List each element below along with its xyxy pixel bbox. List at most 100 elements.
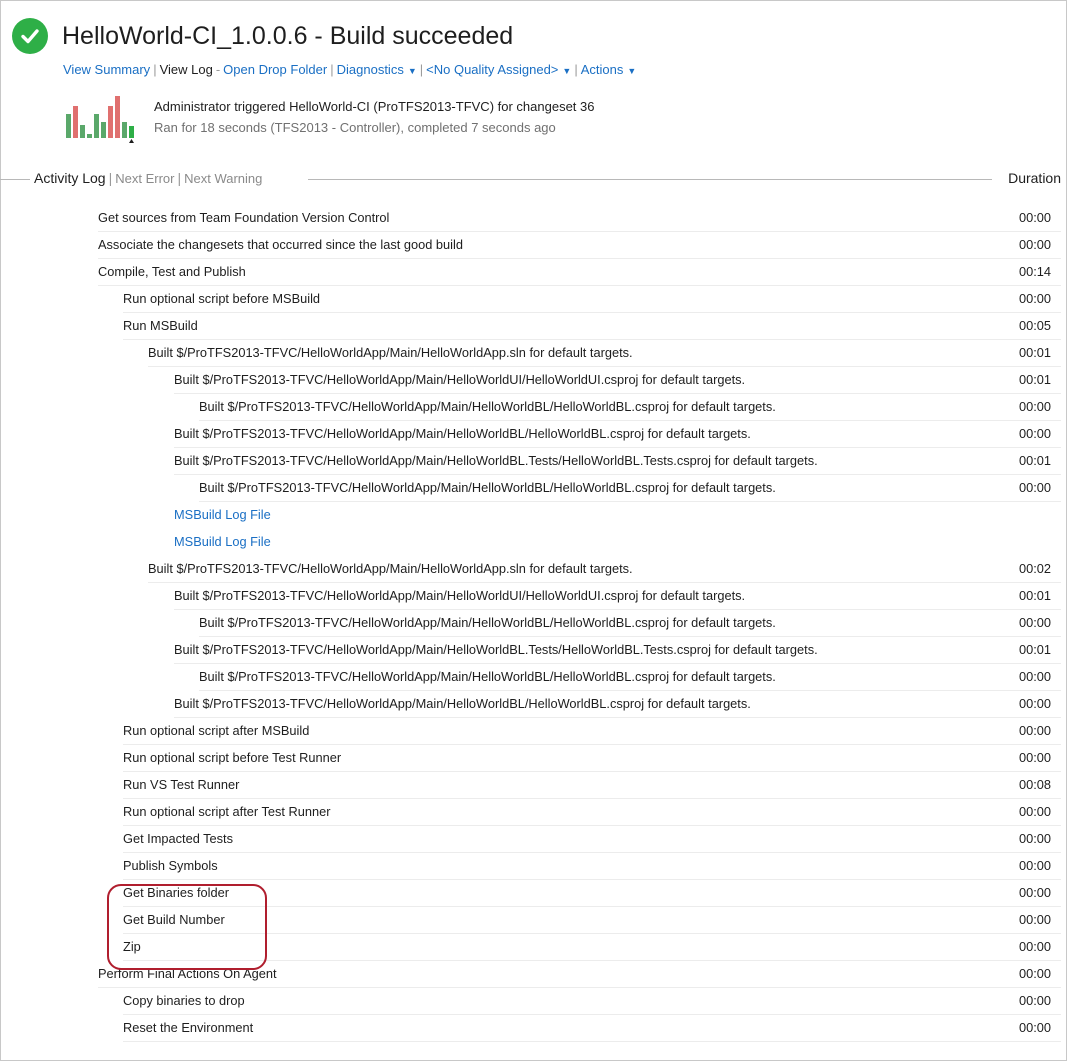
view-summary-link[interactable]: View Summary (63, 62, 150, 77)
activity-row: Built $/ProTFS2013-TFVC/HelloWorldApp/Ma… (0, 664, 1067, 691)
activity-label: Built $/ProTFS2013-TFVC/HelloWorldApp/Ma… (174, 453, 818, 468)
activity-duration: 00:14 (1018, 264, 1051, 279)
separator: | (177, 170, 182, 186)
msbuild-log-file-link[interactable]: MSBuild Log File (174, 534, 271, 549)
activity-row: Built $/ProTFS2013-TFVC/HelloWorldApp/Ma… (0, 394, 1067, 421)
diagnostics-label: Diagnostics (336, 62, 404, 77)
build-summary: Administrator triggered HelloWorld-CI (P… (154, 96, 594, 138)
activity-duration: 00:00 (1018, 669, 1051, 684)
activity-duration: 00:01 (1018, 642, 1051, 657)
activity-label: Built $/ProTFS2013-TFVC/HelloWorldApp/Ma… (174, 372, 746, 387)
activity-row: Copy binaries to drop 00:00 (0, 988, 1067, 1015)
run-info: Ran for 18 seconds (TFS2013 - Controller… (154, 120, 556, 135)
activity-duration: 00:00 (1018, 1020, 1051, 1035)
chevron-down-icon: ▼ (407, 66, 417, 76)
activity-row: Built $/ProTFS2013-TFVC/HelloWorldApp/Ma… (0, 367, 1067, 394)
activity-row: Built $/ProTFS2013-TFVC/HelloWorldApp/Ma… (0, 340, 1067, 367)
activity-row: Reset the Environment 00:00 (0, 1015, 1067, 1042)
activity-row: Built $/ProTFS2013-TFVC/HelloWorldApp/Ma… (0, 610, 1067, 637)
activity-label: Compile, Test and Publish (98, 264, 246, 279)
activity-duration: 00:00 (1018, 750, 1051, 765)
activity-duration: 00:00 (1018, 939, 1051, 954)
activity-label: Copy binaries to drop (123, 993, 245, 1008)
separator: | (108, 170, 113, 186)
activity-row: Built $/ProTFS2013-TFVC/HelloWorldApp/Ma… (0, 556, 1067, 583)
activity-duration: 00:00 (1018, 804, 1051, 819)
actions-label: Actions (580, 62, 624, 77)
separator: - (215, 62, 221, 77)
activity-label: Built $/ProTFS2013-TFVC/HelloWorldApp/Ma… (199, 615, 776, 630)
activity-row: Run optional script after MSBuild 00:00 (0, 718, 1067, 745)
activity-label: Run optional script before MSBuild (123, 291, 321, 306)
diagnostics-menu[interactable]: Diagnostics ▼ (337, 62, 417, 77)
activity-row: Run optional script before Test Runner 00… (0, 745, 1067, 772)
activity-label: Built $/ProTFS2013-TFVC/HelloWorldApp/Ma… (148, 345, 633, 360)
activity-label: Publish Symbols (123, 858, 218, 873)
activity-row: Compile, Test and Publish 00:14 (0, 259, 1067, 286)
activity-duration: 00:01 (1018, 345, 1051, 360)
activity-row: Built $/ProTFS2013-TFVC/HelloWorldApp/Ma… (0, 421, 1067, 448)
activity-label: Reset the Environment (123, 1020, 254, 1035)
activity-label: Built $/ProTFS2013-TFVC/HelloWorldApp/Ma… (199, 480, 776, 495)
activity-label: Get Impacted Tests (123, 831, 234, 846)
activity-row: Built $/ProTFS2013-TFVC/HelloWorldApp/Ma… (0, 583, 1067, 610)
activity-row: Run optional script before MSBuild 00:00 (0, 286, 1067, 313)
activity-duration: 00:00 (1018, 615, 1051, 630)
activity-duration: 00:08 (1018, 777, 1051, 792)
activity-label: Built $/ProTFS2013-TFVC/HelloWorldApp/Ma… (174, 642, 818, 657)
activity-row: Run optional script after Test Runner 00:… (0, 799, 1067, 826)
actions-menu[interactable]: Actions ▼ (581, 62, 637, 77)
view-log-label[interactable]: View Log (160, 62, 213, 77)
activity-log-header: Activity Log | Next Error | Next Warning… (0, 168, 1067, 192)
chevron-down-icon: ▼ (562, 66, 572, 76)
activity-duration: 00:00 (1018, 210, 1051, 225)
activity-duration: 00:00 (1018, 426, 1051, 441)
activity-label: Run optional script after MSBuild (123, 723, 310, 738)
build-title-row: HelloWorld-CI_1.0.0.6 - Build succeeded (12, 18, 513, 54)
activity-label: Built $/ProTFS2013-TFVC/HelloWorldApp/Ma… (199, 669, 776, 684)
activity-label: Built $/ProTFS2013-TFVC/HelloWorldApp/Ma… (174, 426, 751, 441)
separator: | (330, 62, 334, 77)
quality-menu[interactable]: <No Quality Assigned> ▼ (426, 62, 571, 77)
activity-label: Built $/ProTFS2013-TFVC/HelloWorldApp/Ma… (148, 561, 633, 576)
activity-label: Run optional script before Test Runner (123, 750, 342, 765)
activity-row: Get Impacted Tests 00:00 (0, 826, 1067, 853)
activity-label: Built $/ProTFS2013-TFVC/HelloWorldApp/Ma… (174, 696, 751, 711)
activity-label: Run MSBuild (123, 318, 198, 333)
activity-duration: 00:00 (1018, 723, 1051, 738)
msbuild-log-file-row[interactable]: MSBuild Log File (0, 502, 1067, 529)
activity-duration: 00:01 (1018, 372, 1051, 387)
activity-log-title: Activity Log (34, 170, 106, 186)
activity-row: Built $/ProTFS2013-TFVC/HelloWorldApp/Ma… (0, 475, 1067, 502)
divider (308, 179, 992, 180)
activity-row: Publish Symbols 00:00 (0, 853, 1067, 880)
activity-duration: 00:00 (1018, 399, 1051, 414)
activity-duration: 00:00 (1018, 993, 1051, 1008)
activity-row: Run MSBuild 00:05 (0, 313, 1067, 340)
separator: | (574, 62, 578, 77)
activity-duration: 00:00 (1018, 291, 1051, 306)
activity-duration: 00:05 (1018, 318, 1051, 333)
activity-row: Built $/ProTFS2013-TFVC/HelloWorldApp/Ma… (0, 448, 1067, 475)
activity-duration: 00:00 (1018, 858, 1051, 873)
activity-label: Run optional script after Test Runner (123, 804, 331, 819)
next-warning-link[interactable]: Next Warning (184, 171, 262, 186)
activity-row: Run VS Test Runner 00:08 (0, 772, 1067, 799)
activity-label: Built $/ProTFS2013-TFVC/HelloWorldApp/Ma… (199, 399, 776, 414)
chevron-down-icon: ▼ (627, 66, 637, 76)
activity-duration: 00:02 (1018, 561, 1051, 576)
activity-duration: 00:01 (1018, 453, 1051, 468)
activity-label: Associate the changesets that occurred s… (98, 237, 463, 252)
msbuild-log-file-row[interactable]: MSBuild Log File (0, 529, 1067, 556)
activity-label: Run VS Test Runner (123, 777, 240, 792)
build-history-chart-icon[interactable] (66, 92, 136, 144)
next-error-link[interactable]: Next Error (115, 171, 174, 186)
activity-row: Built $/ProTFS2013-TFVC/HelloWorldApp/Ma… (0, 637, 1067, 664)
activity-duration: 00:00 (1018, 696, 1051, 711)
activity-label: Get sources from Team Foundation Version… (98, 210, 390, 225)
msbuild-log-file-link[interactable]: MSBuild Log File (174, 507, 271, 522)
activity-row: Get sources from Team Foundation Version… (0, 205, 1067, 232)
activity-duration: 00:01 (1018, 588, 1051, 603)
activity-log-nav: Activity Log | Next Error | Next Warning (34, 170, 262, 186)
open-drop-folder-link[interactable]: Open Drop Folder (223, 62, 327, 77)
